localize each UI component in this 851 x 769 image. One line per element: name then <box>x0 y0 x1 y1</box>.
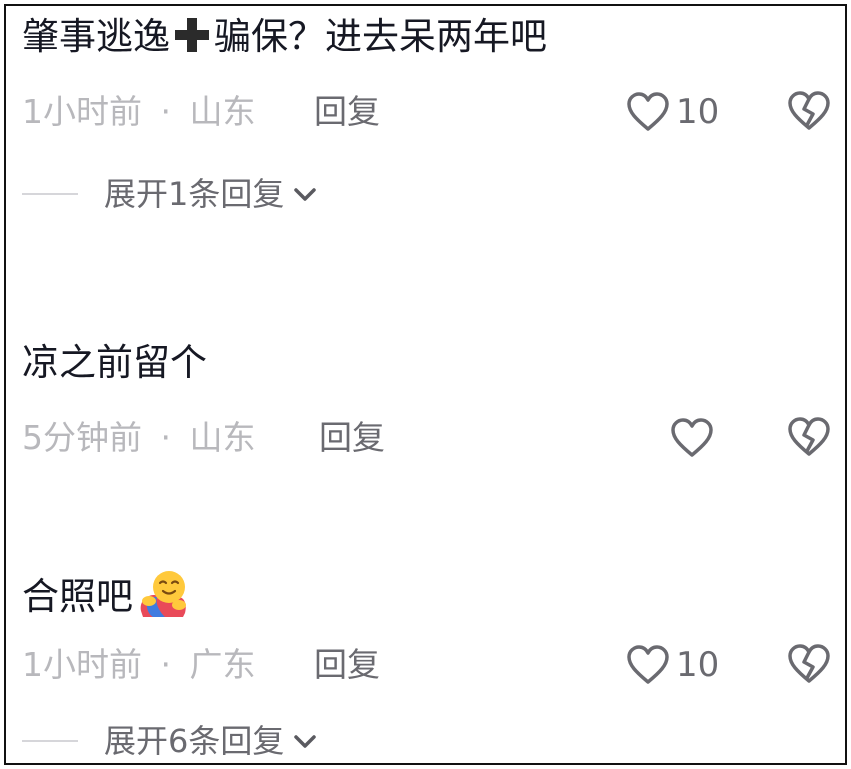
comment-text-part: 骗保？进去呆两年吧 <box>214 15 547 58</box>
comment-text-part: 肇事逃逸 <box>22 15 170 58</box>
comment-list: 肇事逃逸 骗保？进去呆两年吧 1小时前 · 山东 回复 10 展开1条回复 凉之前… <box>4 4 847 765</box>
comment-time: 1小时前 <box>22 645 142 684</box>
hugging-face-emoji <box>140 571 186 617</box>
reply-button[interactable]: 回复 <box>314 645 380 685</box>
broken-heart-icon <box>788 417 830 456</box>
expand-divider <box>22 193 78 195</box>
reply-button[interactable]: 回复 <box>314 92 380 132</box>
heavy-plus-icon <box>175 18 209 52</box>
comment-meta: 1小时前 · 山东 <box>22 92 256 132</box>
comment-location: 山东 <box>189 92 256 131</box>
like-count: 10 <box>676 645 720 685</box>
comment-location: 山东 <box>189 418 256 457</box>
broken-heart-icon <box>788 91 830 130</box>
expand-replies-label: 展开6条回复 <box>104 722 285 760</box>
comment-time: 5分钟前 <box>22 418 142 457</box>
chevron-down-icon <box>294 188 317 201</box>
heart-outline-icon <box>627 645 669 684</box>
comment-text: 凉之前留个 <box>22 341 207 384</box>
reply-button[interactable]: 回复 <box>319 418 385 458</box>
broken-heart-icon <box>788 644 830 683</box>
meta-separator: · <box>160 418 172 457</box>
heart-outline-icon <box>627 92 669 131</box>
like-button[interactable]: 10 <box>626 643 719 687</box>
chevron-down-icon <box>294 735 317 748</box>
expand-replies-button[interactable]: 展开6条回复 <box>22 721 318 761</box>
like-button[interactable] <box>670 416 714 460</box>
dislike-button[interactable] <box>787 90 831 132</box>
comment-meta: 5分钟前 · 山东 <box>22 418 256 458</box>
dislike-button[interactable] <box>787 643 831 685</box>
expand-replies-label: 展开1条回复 <box>104 175 285 213</box>
comment-time: 1小时前 <box>22 92 142 131</box>
heart-outline-icon <box>671 418 713 457</box>
comment-location: 广东 <box>189 645 256 684</box>
meta-separator: · <box>160 92 172 131</box>
expand-divider <box>22 740 78 742</box>
comment-meta: 1小时前 · 广东 <box>22 645 256 685</box>
like-button[interactable]: 10 <box>626 90 719 134</box>
dislike-button[interactable] <box>787 416 831 458</box>
expand-replies-button[interactable]: 展开1条回复 <box>22 174 318 214</box>
meta-separator: · <box>160 645 172 684</box>
like-count: 10 <box>676 92 720 132</box>
comment-text-part: 合照吧 <box>22 575 133 618</box>
comment-text: 肇事逃逸 骗保？进去呆两年吧 <box>22 14 547 60</box>
comment-text: 合照吧 <box>22 567 189 620</box>
